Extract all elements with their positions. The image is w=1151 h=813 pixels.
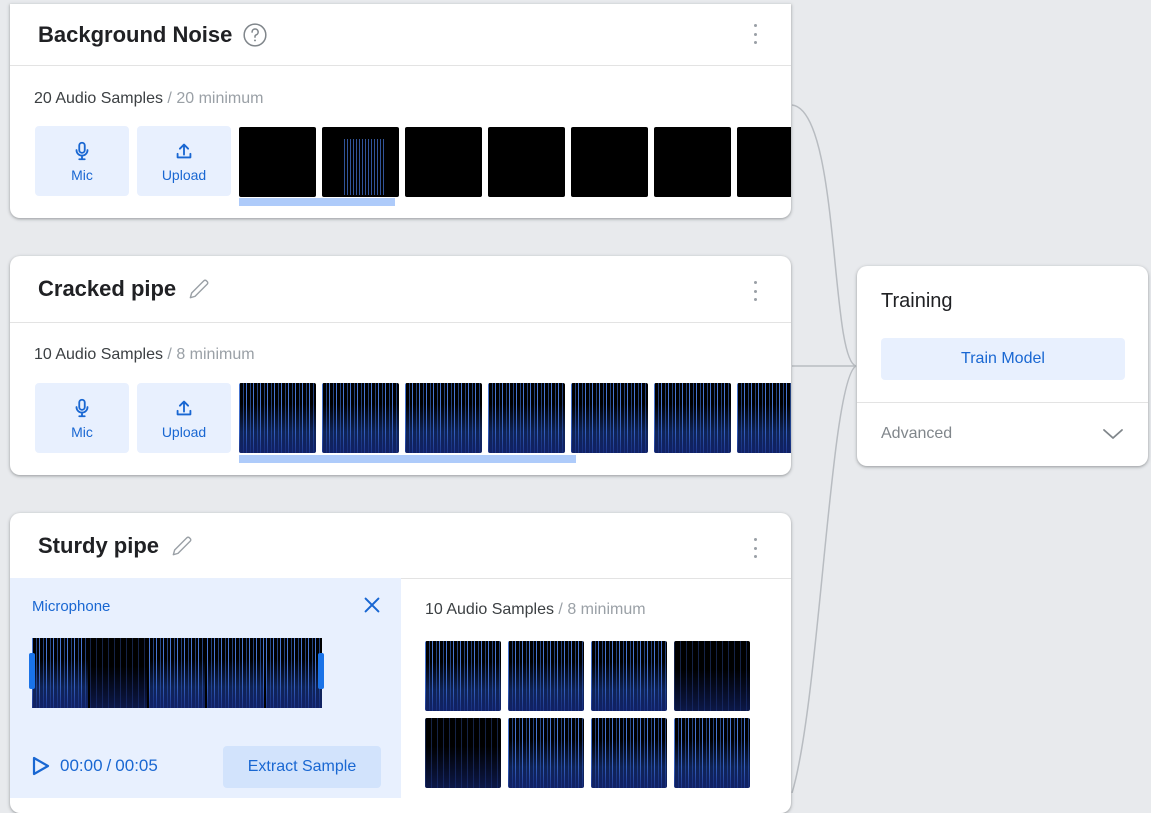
sample-thumbnail[interactable] xyxy=(674,718,750,788)
scroll-progress-bar[interactable] xyxy=(239,455,576,463)
spectrogram-segment xyxy=(32,638,89,708)
sample-thumbnail[interactable] xyxy=(405,127,482,197)
card-header: Cracked pipe xyxy=(10,256,791,323)
mic-icon xyxy=(75,398,89,418)
sample-thumbnail[interactable] xyxy=(591,718,667,788)
upload-button[interactable]: Upload xyxy=(137,383,231,453)
class-card-sturdy-pipe: Sturdy pipe Microphone 00:00/00:05 Extra… xyxy=(10,513,791,813)
spectrogram-segment xyxy=(207,638,264,708)
sample-thumbnail[interactable] xyxy=(571,383,648,453)
class-title: Sturdy pipe xyxy=(38,532,160,558)
sample-count: 10 Audio Samples / 8 minimum xyxy=(34,346,255,363)
upload-icon xyxy=(176,143,192,159)
divider xyxy=(857,402,1148,403)
more-options-icon[interactable] xyxy=(753,24,757,44)
training-card: Training Train Model Advanced xyxy=(857,266,1148,466)
mic-icon xyxy=(75,141,89,161)
time-separator: / xyxy=(106,756,112,775)
playback-controls: 00:00/00:05 xyxy=(32,756,158,776)
sample-thumbnail[interactable] xyxy=(591,641,667,711)
mic-button[interactable]: Mic xyxy=(35,126,129,196)
sample-thumbnail[interactable] xyxy=(674,641,750,711)
sample-thumbnail[interactable] xyxy=(405,383,482,453)
sample-thumbnail[interactable] xyxy=(654,383,731,453)
sample-thumbnail[interactable] xyxy=(508,718,584,788)
advanced-toggle[interactable]: Advanced xyxy=(881,416,1124,452)
scroll-progress-bar[interactable] xyxy=(239,198,395,206)
extract-sample-button[interactable]: Extract Sample xyxy=(223,746,381,788)
class-title: Background Noise xyxy=(38,21,233,47)
sample-thumbnail[interactable] xyxy=(322,383,399,453)
upload-label: Upload xyxy=(161,424,207,440)
sample-grid xyxy=(425,641,750,788)
total-time: 00:05 xyxy=(115,756,158,775)
train-model-button[interactable]: Train Model xyxy=(881,338,1125,380)
upload-label: Upload xyxy=(161,167,207,183)
sample-count: 20 Audio Samples / 20 minimum xyxy=(34,90,264,107)
help-circle-icon[interactable] xyxy=(242,22,268,48)
sample-thumbnail[interactable] xyxy=(737,127,791,197)
class-title: Cracked pipe xyxy=(38,276,177,301)
spectrogram-segment xyxy=(265,638,323,708)
class-card-cracked-pipe: Cracked pipe 10 Audio Samples / 8 minimu… xyxy=(10,256,791,475)
sample-thumbnail[interactable] xyxy=(654,127,731,197)
sample-thumbnail[interactable] xyxy=(571,127,648,197)
sample-thumbnail[interactable] xyxy=(239,127,316,197)
sample-thumbnail[interactable] xyxy=(488,383,565,453)
mic-label: Mic xyxy=(71,167,93,183)
card-header: Background Noise xyxy=(10,4,791,66)
sample-thumbnail[interactable] xyxy=(737,383,791,453)
playback-time: 00:00/00:05 xyxy=(60,756,158,776)
pencil-icon[interactable] xyxy=(186,276,212,302)
mic-label: Mic xyxy=(71,424,93,440)
training-title: Training xyxy=(881,290,953,312)
play-icon[interactable] xyxy=(32,756,50,776)
pencil-icon[interactable] xyxy=(169,533,195,559)
mic-button[interactable]: Mic xyxy=(35,383,129,453)
class-card-background-noise: Background Noise 20 Audio Samples / 20 m… xyxy=(10,4,791,218)
spectrogram-segment xyxy=(90,638,147,708)
close-icon[interactable] xyxy=(361,594,383,621)
sample-thumbnail[interactable] xyxy=(488,127,565,197)
more-options-icon[interactable] xyxy=(753,281,757,301)
sample-thumbnail[interactable] xyxy=(508,641,584,711)
sample-count: 10 Audio Samples / 8 minimum xyxy=(425,601,646,618)
upload-button[interactable]: Upload xyxy=(137,126,231,196)
more-options-icon[interactable] xyxy=(753,538,757,558)
microphone-panel: Microphone 00:00/00:05 Extract Sample xyxy=(10,578,401,798)
sample-thumbnail[interactable] xyxy=(322,127,399,197)
trim-handle-right[interactable] xyxy=(318,653,324,689)
upload-icon xyxy=(176,400,192,416)
current-time: 00:00 xyxy=(60,756,103,775)
sample-thumbnails xyxy=(239,383,791,453)
spectrogram-segment xyxy=(148,638,206,708)
trim-handle-left[interactable] xyxy=(29,653,35,689)
sample-thumbnail[interactable] xyxy=(425,718,501,788)
card-header: Sturdy pipe xyxy=(10,513,791,579)
advanced-label: Advanced xyxy=(881,425,953,442)
recording-spectrogram[interactable] xyxy=(32,638,323,708)
microphone-label: Microphone xyxy=(32,598,111,615)
sample-thumbnails xyxy=(239,127,791,197)
chevron-down-icon xyxy=(1103,429,1123,439)
sample-thumbnail[interactable] xyxy=(239,383,316,453)
sample-thumbnail[interactable] xyxy=(425,641,501,711)
